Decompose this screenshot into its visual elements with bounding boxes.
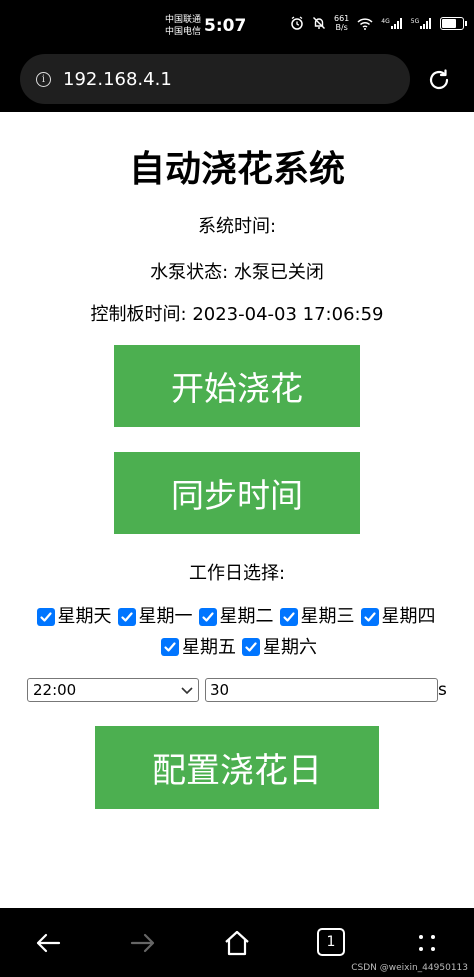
carrier-2: 中国电信 bbox=[165, 27, 202, 37]
checkmark-icon bbox=[282, 611, 295, 622]
checkbox[interactable] bbox=[279, 607, 298, 626]
checkmark-icon bbox=[201, 611, 214, 622]
tab-count: 1 bbox=[326, 934, 336, 950]
info-icon[interactable]: i bbox=[36, 71, 51, 87]
pump-status-line: 水泵状态: 水泵已关闭 bbox=[0, 258, 474, 284]
carrier-names: 中国联通 中国电信 bbox=[165, 14, 201, 38]
checkbox[interactable] bbox=[360, 607, 379, 626]
system-time-label: 系统时间: bbox=[197, 216, 277, 237]
signal-bars-icon bbox=[390, 17, 402, 29]
watermark-text: CSDN @weixin_44950113 bbox=[351, 963, 468, 973]
configure-watering-days-button[interactable]: 配置浇花日 bbox=[95, 726, 379, 809]
checkmark-icon bbox=[120, 611, 133, 622]
signal-2-label: 5G bbox=[410, 17, 420, 25]
sync-time-button[interactable]: 同步时间 bbox=[114, 452, 360, 534]
checkbox[interactable] bbox=[117, 607, 136, 626]
weekday-label: 星期六 bbox=[263, 636, 317, 658]
time-select-value: 22:00 bbox=[33, 681, 77, 699]
system-time-line: 系统时间: bbox=[0, 212, 474, 238]
weekday-label: 星期天 bbox=[57, 606, 112, 627]
board-time-value: 2023-04-03 17:06:59 bbox=[192, 304, 384, 325]
browser-nav-bar: 1 CSDN @weixin_44950113 bbox=[0, 908, 474, 977]
more-menu-icon[interactable] bbox=[412, 928, 442, 958]
chevron-down-icon bbox=[181, 687, 193, 695]
battery-icon bbox=[440, 16, 468, 30]
checkbox[interactable] bbox=[36, 607, 55, 626]
board-time-line: 控制板时间: 2023-04-03 17:06:59 bbox=[0, 300, 474, 326]
forward-arrow-icon[interactable] bbox=[128, 928, 158, 958]
weekday-checkbox-group: 星期天 星期一 星期二 星期三 星期四星期五 星期六 bbox=[16, 602, 462, 663]
start-watering-button[interactable]: 开始浇花 bbox=[114, 345, 360, 427]
status-time: 5:07 bbox=[204, 16, 247, 36]
alarm-icon bbox=[291, 16, 303, 30]
address-bar[interactable]: i 192.168.4.1 bbox=[20, 54, 410, 104]
page-title: 自动浇花系统 bbox=[128, 149, 345, 190]
url-text[interactable]: 192.168.4.1 bbox=[63, 69, 172, 90]
net-speed: 661 B/s bbox=[334, 14, 349, 32]
weekday-label: 星期一 bbox=[138, 606, 193, 627]
duration-unit: s bbox=[438, 680, 447, 700]
duration-input[interactable]: 30 bbox=[205, 678, 438, 702]
browser-toolbar: i 192.168.4.1 bbox=[0, 46, 474, 112]
workday-label: 工作日选择: bbox=[188, 563, 286, 584]
pump-status-value: 水泵已关闭 bbox=[233, 262, 324, 283]
checkmark-icon bbox=[245, 642, 257, 652]
weekday-option[interactable]: 星期四 bbox=[360, 602, 436, 631]
board-time-label: 控制板时间: bbox=[90, 304, 187, 325]
checkmark-icon bbox=[363, 611, 376, 622]
battery-fill bbox=[442, 18, 456, 28]
weekday-label: 星期二 bbox=[219, 606, 274, 627]
weekday-option[interactable]: 星期一 bbox=[117, 602, 193, 631]
pump-status-label: 水泵状态: bbox=[150, 262, 229, 283]
status-icons: 661 B/s 4G 5G bbox=[290, 14, 468, 32]
weekday-option[interactable]: 星期三 bbox=[279, 602, 355, 631]
wifi-icon bbox=[357, 17, 373, 30]
mute-bell-icon bbox=[313, 17, 325, 29]
time-select[interactable]: 22:00 bbox=[27, 678, 199, 702]
weekday-option[interactable]: 星期天 bbox=[36, 602, 112, 631]
weekday-option[interactable]: 星期六 bbox=[242, 633, 317, 662]
signal-1-label: 4G bbox=[381, 17, 390, 25]
status-bar: 中国联通 中国电信 5:07 661 B/s 4G 5G bbox=[0, 0, 474, 46]
checkbox[interactable] bbox=[198, 607, 217, 626]
weekday-label: 星期五 bbox=[182, 636, 236, 658]
signal-1: 4G bbox=[381, 17, 402, 29]
checkbox[interactable] bbox=[161, 638, 179, 656]
weekday-label: 星期三 bbox=[300, 606, 355, 627]
signal-bars-icon bbox=[420, 17, 432, 29]
back-arrow-icon[interactable] bbox=[33, 928, 63, 958]
home-icon[interactable] bbox=[222, 928, 252, 958]
duration-value: 30 bbox=[210, 681, 230, 699]
reload-icon[interactable] bbox=[425, 66, 453, 94]
weekday-option[interactable]: 星期二 bbox=[198, 602, 274, 631]
signal-2: 5G bbox=[410, 17, 432, 29]
weekday-label: 星期四 bbox=[381, 606, 436, 627]
web-page: 自动浇花系统 系统时间: 水泵状态: 水泵已关闭 控制板时间: 2023-04-… bbox=[0, 112, 474, 908]
carrier-1: 中国联通 bbox=[165, 15, 202, 25]
net-speed-unit: B/s bbox=[335, 23, 348, 32]
weekday-option[interactable]: 星期五 bbox=[161, 633, 236, 662]
checkbox[interactable] bbox=[242, 638, 260, 656]
checkmark-icon bbox=[164, 642, 176, 652]
tabs-button[interactable]: 1 bbox=[317, 928, 345, 956]
checkmark-icon bbox=[39, 611, 52, 622]
net-speed-value: 661 bbox=[334, 14, 350, 23]
